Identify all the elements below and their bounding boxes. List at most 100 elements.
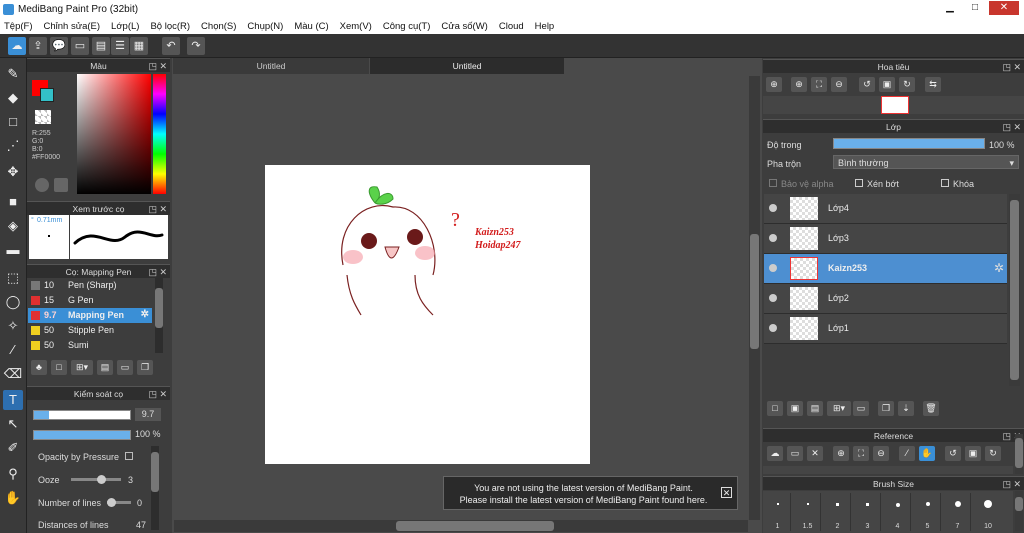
menu-filter[interactable]: Bộ lọc(R) bbox=[150, 21, 190, 32]
rectangle-tool-icon[interactable]: □ bbox=[3, 112, 23, 132]
dropper-tool-icon[interactable]: ✐ bbox=[3, 438, 23, 458]
operation-tool-icon[interactable]: ↖ bbox=[3, 414, 23, 434]
lines-slider[interactable] bbox=[107, 498, 131, 507]
reference-scrollbar[interactable] bbox=[1015, 434, 1023, 474]
menu-cloud[interactable]: Cloud bbox=[499, 21, 524, 32]
comment-icon[interactable]: 💬 bbox=[50, 37, 68, 55]
trash-icon[interactable]: 🗑 bbox=[923, 401, 939, 416]
add-menu-icon[interactable]: ⊞▾ bbox=[71, 360, 93, 375]
new-layer-2-icon[interactable]: ▣ bbox=[787, 401, 803, 416]
add-brush-icon[interactable]: ♣ bbox=[31, 360, 47, 375]
opacity-slider[interactable] bbox=[33, 430, 131, 440]
tab-untitled-1[interactable]: Untitled bbox=[173, 58, 369, 74]
tab-untitled-2[interactable]: Untitled bbox=[370, 58, 564, 74]
close-icon[interactable]: ✕ bbox=[721, 487, 732, 498]
select-pen-tool-icon[interactable]: ⁄ bbox=[3, 340, 23, 360]
transparent-swatch[interactable] bbox=[35, 110, 51, 124]
hue-slider[interactable] bbox=[153, 74, 166, 194]
redo-icon[interactable]: ↷ bbox=[187, 37, 205, 55]
palette-icon[interactable] bbox=[35, 178, 49, 192]
menu-tools[interactable]: Công cụ(T) bbox=[383, 21, 431, 32]
eraser-tool-icon[interactable]: ◆ bbox=[3, 88, 23, 108]
duplicate-icon[interactable]: ❐ bbox=[878, 401, 894, 416]
size-cell[interactable]: 1 bbox=[765, 493, 791, 531]
reset-icon[interactable]: ▣ bbox=[879, 77, 895, 92]
fill-rect-tool-icon[interactable]: ■ bbox=[3, 192, 23, 212]
grid-icon[interactable]: ▦ bbox=[130, 37, 148, 55]
ref-rotate-right-icon[interactable]: ↻ bbox=[985, 446, 1001, 461]
flip-icon[interactable]: ⇆ bbox=[925, 77, 941, 92]
copy-icon[interactable]: ❐ bbox=[137, 360, 153, 375]
menu-snap[interactable]: Chụp(N) bbox=[247, 21, 283, 32]
undo-icon[interactable]: ↶ bbox=[162, 37, 180, 55]
blend-mode-select[interactable]: Bình thường ▾ bbox=[833, 155, 1019, 169]
list-item[interactable]: 50 Stipple Pen bbox=[28, 323, 152, 338]
hand-tool-icon[interactable]: ✋ bbox=[3, 488, 23, 508]
fit-icon[interactable]: ⛶ bbox=[811, 77, 827, 92]
folder-icon[interactable]: ▭ bbox=[853, 401, 869, 416]
eye-icon[interactable] bbox=[769, 234, 777, 242]
move-tool-icon[interactable]: ✥ bbox=[3, 162, 23, 182]
size-cell[interactable]: 7 bbox=[945, 493, 971, 531]
folder-icon[interactable]: ▭ bbox=[117, 360, 133, 375]
bucket-tool-icon[interactable]: ◈ bbox=[3, 216, 23, 236]
eye-icon[interactable] bbox=[769, 204, 777, 212]
canvas-vscrollbar[interactable] bbox=[749, 76, 760, 520]
size-slider[interactable] bbox=[33, 410, 131, 420]
layer-row-kaizn253[interactable]: Kaizn253 ✲ bbox=[764, 254, 1007, 284]
menu-color[interactable]: Màu (C) bbox=[294, 21, 328, 32]
gradient-tool-icon[interactable]: ▬ bbox=[3, 240, 23, 260]
ooze-slider[interactable] bbox=[71, 475, 121, 484]
size-cell[interactable]: 1.5 bbox=[795, 493, 821, 531]
update-notice[interactable]: You are not using the latest version of … bbox=[443, 476, 738, 510]
layer-scrollbar[interactable] bbox=[1009, 194, 1020, 386]
page-icon[interactable]: ▤ bbox=[92, 37, 110, 55]
chat-icon[interactable]: ▭ bbox=[71, 37, 89, 55]
magic-wand-tool-icon[interactable]: ✧ bbox=[3, 316, 23, 336]
select-eraser-tool-icon[interactable]: ⌫ bbox=[3, 364, 23, 384]
size-value[interactable]: 9.7 bbox=[135, 408, 161, 421]
control-scrollbar[interactable] bbox=[151, 446, 159, 530]
layer-opacity-slider[interactable] bbox=[833, 138, 985, 149]
menu-file[interactable]: Tệp(F) bbox=[4, 21, 33, 32]
size-cell[interactable]: 5 bbox=[915, 493, 941, 531]
brush-size-scrollbar[interactable] bbox=[1015, 491, 1023, 531]
zoom-out-icon[interactable]: ⊖ bbox=[831, 77, 847, 92]
maximize-button[interactable]: □ bbox=[964, 1, 986, 15]
protect-alpha-checkbox[interactable] bbox=[769, 179, 777, 187]
list-icon[interactable]: ☰ bbox=[111, 37, 129, 55]
layer-row-lop1[interactable]: Lớp1 bbox=[764, 314, 1007, 344]
add-layer-menu-icon[interactable]: ⊞▾ bbox=[827, 401, 851, 416]
reference-area[interactable] bbox=[763, 466, 1013, 474]
size-cell[interactable]: 2 bbox=[825, 493, 851, 531]
list-item-selected[interactable]: 9.7 Mapping Pen ✲ bbox=[28, 308, 152, 323]
zoom-plus-icon[interactable]: ⊕ bbox=[791, 77, 807, 92]
size-cell[interactable]: 4 bbox=[885, 493, 911, 531]
list-item[interactable]: 10 Pen (Sharp) bbox=[28, 278, 152, 293]
ref-cloud-icon[interactable]: ☁ bbox=[767, 446, 783, 461]
zoom-in-icon[interactable]: ⊕ bbox=[766, 77, 782, 92]
layer-row-lop4[interactable]: Lớp4 bbox=[764, 194, 1007, 224]
opacity-pressure-checkbox[interactable] bbox=[125, 452, 133, 460]
drawing-canvas[interactable]: ? Kaizn253 Hoidap247 bbox=[265, 165, 590, 464]
merge-icon[interactable]: ⇣ bbox=[898, 401, 914, 416]
upload-icon[interactable]: ⇪ bbox=[29, 37, 47, 55]
dot-tool-icon[interactable]: ⋰ bbox=[3, 136, 23, 156]
menu-help[interactable]: Help bbox=[535, 21, 555, 32]
layer-row-lop3[interactable]: Lớp3 bbox=[764, 224, 1007, 254]
new-layer-icon[interactable]: □ bbox=[767, 401, 783, 416]
secondary-color-swatch[interactable] bbox=[40, 88, 54, 102]
eye-icon[interactable] bbox=[769, 264, 777, 272]
new-file-icon[interactable]: □ bbox=[51, 360, 67, 375]
list-item[interactable]: 50 Sumi bbox=[28, 338, 152, 353]
navigator-preview[interactable] bbox=[763, 96, 1024, 114]
select-tool-icon[interactable]: ⬚ bbox=[3, 268, 23, 288]
ref-zoom-in-icon[interactable]: ⊕ bbox=[833, 446, 849, 461]
eye-icon[interactable] bbox=[769, 324, 777, 332]
lock-checkbox[interactable] bbox=[941, 179, 949, 187]
text-tool-icon[interactable]: T bbox=[3, 390, 23, 410]
gear-icon[interactable]: ✲ bbox=[994, 261, 1004, 275]
menu-layer[interactable]: Lớp(L) bbox=[111, 21, 139, 32]
clip-checkbox[interactable] bbox=[855, 179, 863, 187]
brush-tool-icon[interactable]: ✎ bbox=[3, 64, 23, 84]
